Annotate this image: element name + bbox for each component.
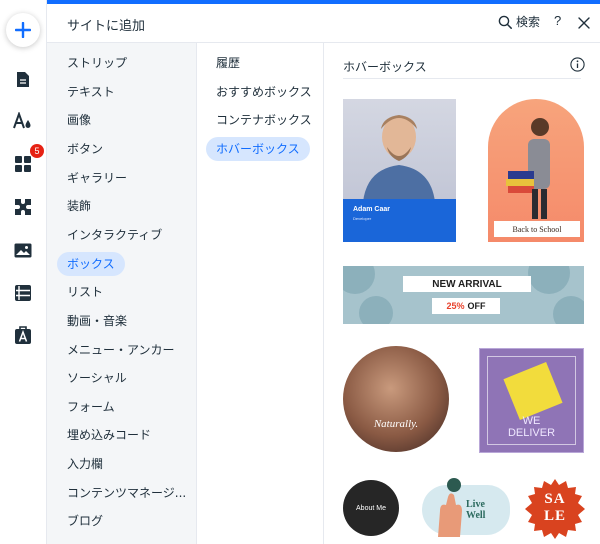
category-item[interactable]: 画像 bbox=[57, 108, 101, 132]
category-list: ストリップ テキスト 画像 ボタン ギャラリー 装飾 インタラクティブ ボックス… bbox=[47, 43, 197, 544]
plus-icon bbox=[15, 22, 31, 38]
section-title: ホバーボックス bbox=[343, 60, 427, 74]
category-item[interactable]: インタラクティブ bbox=[57, 223, 172, 247]
search-label: 検索 bbox=[516, 15, 541, 29]
search-icon bbox=[498, 15, 512, 29]
hoverbox-about-me[interactable]: About Me bbox=[343, 480, 399, 536]
category-item[interactable]: 装飾 bbox=[57, 194, 101, 218]
banner-dot bbox=[528, 266, 570, 294]
sale-line2: LE bbox=[543, 508, 566, 524]
category-item[interactable]: 動画・音楽 bbox=[57, 309, 137, 333]
panel-title: サイトに追加 bbox=[67, 19, 146, 34]
student-illustration bbox=[506, 118, 550, 219]
apps-icon bbox=[15, 156, 31, 172]
hoverbox-new-arrival-banner[interactable]: NEW ARRIVAL 25% OFF bbox=[343, 266, 584, 324]
hoverbox-live-well[interactable]: Live Well bbox=[422, 475, 510, 541]
hoverbox-we-deliver[interactable]: WE DELIVER bbox=[479, 348, 584, 453]
hoverbox-profile-card[interactable]: Adam Caar Developer bbox=[343, 99, 456, 242]
banner-dot bbox=[359, 296, 393, 324]
panel-header: サイトに追加 検索 ? bbox=[47, 4, 600, 43]
design-icon bbox=[13, 112, 31, 129]
page-icon bbox=[17, 71, 29, 87]
category-item[interactable]: 入力欄 bbox=[57, 452, 113, 476]
cms-button[interactable] bbox=[12, 282, 34, 304]
category-item[interactable]: コンテンツマネージ... bbox=[57, 481, 196, 505]
category-item[interactable]: 埋め込みコード bbox=[57, 423, 161, 447]
category-item[interactable]: ストリップ bbox=[57, 51, 137, 75]
media-button[interactable] bbox=[12, 239, 34, 261]
square-label: WE DELIVER bbox=[480, 415, 583, 439]
hoverbox-sale-badge[interactable]: SA LE bbox=[525, 479, 585, 539]
category-item[interactable]: ソーシャル bbox=[57, 366, 137, 390]
close-icon bbox=[578, 17, 590, 29]
hand-illustration bbox=[438, 478, 462, 537]
search-button[interactable]: 検索 bbox=[498, 13, 540, 30]
table-icon bbox=[15, 285, 31, 301]
add-elements-button[interactable] bbox=[6, 13, 40, 47]
hoverbox-naturally-circle[interactable]: Naturally. bbox=[343, 346, 449, 452]
blob-label: Live Well bbox=[466, 499, 485, 521]
about-label: About Me bbox=[356, 504, 386, 512]
category-item[interactable]: ギャラリー bbox=[57, 166, 137, 190]
media-icon bbox=[14, 243, 32, 257]
subcategory-item-selected[interactable]: ホバーボックス bbox=[206, 137, 310, 161]
help-button[interactable]: ? bbox=[554, 13, 561, 28]
fonts-button[interactable] bbox=[12, 324, 34, 346]
apps-button[interactable] bbox=[12, 153, 34, 175]
sale-line1: SA bbox=[544, 491, 566, 507]
section-divider bbox=[343, 78, 581, 79]
category-item-selected[interactable]: ボックス bbox=[57, 252, 125, 276]
category-item[interactable]: リスト bbox=[57, 280, 113, 304]
banner-off: OFF bbox=[467, 301, 486, 311]
profile-role: Developer bbox=[353, 216, 372, 221]
profile-name: Adam Caar bbox=[353, 206, 390, 213]
hoverbox-arch-school[interactable]: Back to School bbox=[488, 99, 584, 242]
subcategory-item[interactable]: おすすめボックス bbox=[206, 80, 322, 104]
category-item[interactable]: フォーム bbox=[57, 395, 125, 419]
banner-percent: 25% bbox=[446, 301, 465, 311]
blob-line1: Live bbox=[466, 499, 485, 510]
banner-title: NEW ARRIVAL bbox=[403, 276, 531, 292]
banner-dot bbox=[343, 266, 375, 294]
profile-photo bbox=[343, 99, 456, 202]
square-line2: DELIVER bbox=[507, 427, 556, 439]
banner-discount: 25% OFF bbox=[432, 298, 500, 314]
category-item[interactable]: ブログ bbox=[57, 509, 113, 533]
font-icon bbox=[15, 326, 31, 344]
square-line1: WE bbox=[522, 415, 541, 427]
subcategory-item[interactable]: コンテナボックス bbox=[206, 108, 322, 132]
category-item[interactable]: メニュー・アンカー bbox=[57, 338, 185, 362]
subcategory-list: 履歴 おすすめボックス コンテナボックス ホバーボックス bbox=[197, 43, 324, 544]
sale-label: SA LE bbox=[525, 491, 585, 525]
person-illustration bbox=[363, 115, 435, 202]
subcategory-item[interactable]: 履歴 bbox=[206, 51, 250, 75]
puzzle-icon bbox=[15, 199, 31, 215]
design-button[interactable] bbox=[12, 110, 34, 132]
info-icon bbox=[570, 57, 585, 72]
banner-dot bbox=[553, 296, 584, 324]
category-item[interactable]: ボタン bbox=[57, 137, 113, 161]
close-button[interactable] bbox=[578, 14, 590, 33]
info-button[interactable] bbox=[570, 57, 585, 76]
circle-label: Naturally. bbox=[373, 418, 419, 430]
left-rail: 5 bbox=[0, 0, 47, 544]
content-panel: ホバーボックス Adam Caar Developer Back to Scho… bbox=[325, 43, 600, 544]
pages-button[interactable] bbox=[12, 68, 34, 90]
business-button[interactable] bbox=[12, 196, 34, 218]
arch-label: Back to School bbox=[494, 221, 580, 237]
blob-line2: Well bbox=[466, 510, 486, 521]
apps-badge: 5 bbox=[30, 144, 44, 158]
category-item[interactable]: テキスト bbox=[57, 80, 125, 104]
